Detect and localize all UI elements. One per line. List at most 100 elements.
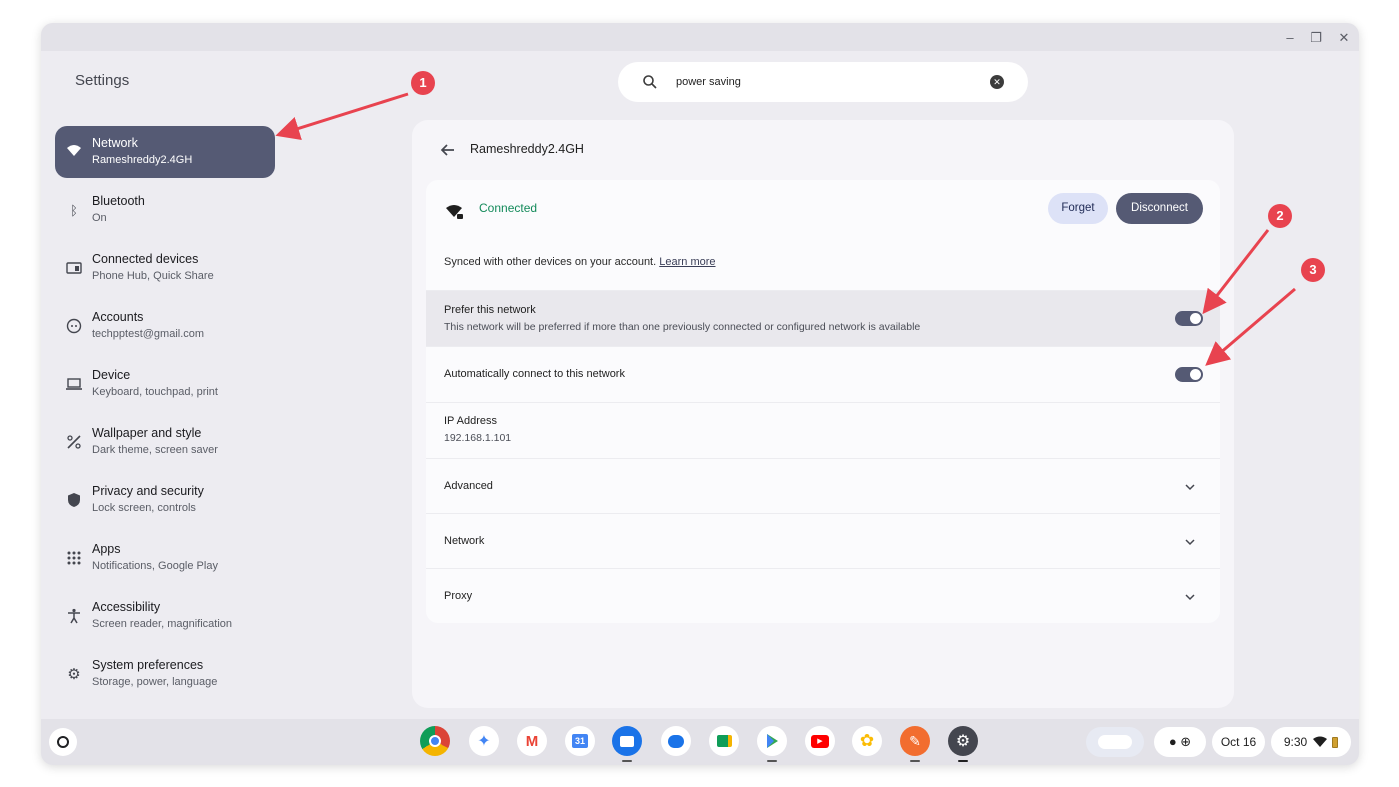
network-detail-panel: Rameshreddy2.4GH Connected Forget Discon… — [412, 120, 1234, 708]
sidebar-item-title: Connected devices — [92, 252, 199, 266]
annotation-badge-3: 3 — [1301, 258, 1325, 282]
chevron-down-icon[interactable] — [1184, 591, 1196, 603]
sidebar: Network Rameshreddy2.4GH ᛒ Bluetooth On … — [55, 126, 295, 706]
sidebar-item-wallpaper[interactable]: Wallpaper and style Dark theme, screen s… — [55, 416, 275, 474]
sidebar-item-device[interactable]: Device Keyboard, touchpad, print — [55, 358, 275, 416]
forget-button[interactable]: Forget — [1048, 193, 1108, 224]
sidebar-item-bluetooth[interactable]: ᛒ Bluetooth On — [55, 184, 275, 242]
shield-icon — [68, 493, 80, 507]
sidebar-item-accounts[interactable]: Accounts techpptest@gmail.com — [55, 300, 275, 358]
title-bar: – ❐ ✕ — [41, 23, 1359, 51]
system-tray[interactable]: 9:30 — [1271, 727, 1351, 757]
clock: 9:30 — [1283, 735, 1308, 749]
date-display[interactable]: Oct 16 — [1212, 727, 1265, 757]
play-store-icon[interactable] — [757, 726, 787, 762]
section-title: Network — [444, 535, 485, 547]
prefer-network-title: Prefer this network — [444, 304, 536, 316]
gmail-app-icon[interactable]: M — [517, 726, 547, 756]
back-arrow-icon[interactable] — [438, 140, 458, 160]
auto-connect-row[interactable]: Automatically connect to this network — [426, 346, 1220, 402]
meet-app-icon[interactable] — [709, 726, 739, 756]
sidebar-item-title: Bluetooth — [92, 194, 145, 208]
ip-address-label: IP Address — [444, 415, 497, 427]
sidebar-item-title: System preferences — [92, 658, 204, 672]
wifi-status-icon — [1313, 736, 1328, 747]
battery-icon — [1332, 736, 1339, 748]
calendar-day-label: 31 — [571, 734, 588, 748]
sidebar-item-network[interactable]: Network Rameshreddy2.4GH — [55, 126, 275, 178]
sidebar-item-title: Device — [92, 368, 131, 382]
connected-devices-icon — [66, 262, 82, 274]
chevron-down-icon[interactable] — [1184, 536, 1196, 548]
chrome-app-icon[interactable] — [420, 726, 450, 756]
settings-app-icon[interactable]: ⚙ — [948, 726, 978, 762]
prefer-network-toggle[interactable] — [1175, 311, 1203, 326]
sidebar-item-subtitle: Storage, power, language — [92, 676, 218, 688]
sidebar-item-subtitle: Notifications, Google Play — [92, 560, 218, 572]
restore-icon[interactable]: ❐ — [1307, 29, 1325, 47]
sidebar-item-title: Network — [92, 136, 138, 150]
sidebar-item-subtitle: Lock screen, controls — [92, 502, 196, 514]
sidebar-item-accessibility[interactable]: Accessibility Screen reader, magnificati… — [55, 590, 275, 648]
calendar-app-icon[interactable]: 31 — [565, 726, 595, 756]
minimize-icon[interactable]: – — [1281, 29, 1299, 47]
apps-grid-icon — [67, 551, 81, 565]
section-title: Proxy — [444, 590, 473, 602]
sidebar-item-title: Accessibility — [92, 600, 161, 614]
close-icon[interactable]: ✕ — [1335, 29, 1353, 47]
photos-app-icon[interactable]: ✿ — [852, 726, 882, 756]
prefer-network-row[interactable]: Prefer this network This network will be… — [426, 290, 1220, 346]
gear-icon: ⚙ — [67, 666, 81, 683]
accessibility-icon — [68, 608, 80, 624]
annotation-badge-1: 1 — [411, 71, 435, 95]
holding-space-icon[interactable] — [1086, 727, 1144, 757]
section-title: Advanced — [444, 480, 493, 492]
wifi-icon — [67, 145, 81, 156]
shelf: ✦ M 31 ▶ ✿ ✎ ⚙ ● ⊕ Oct 16 9:30 — [41, 719, 1359, 765]
sidebar-item-subtitle: On — [92, 212, 107, 224]
status-tray-icons[interactable]: ● ⊕ — [1154, 727, 1206, 757]
app-title: Settings — [75, 72, 130, 89]
sidebar-item-subtitle: Dark theme, screen saver — [92, 444, 218, 456]
disconnect-button[interactable]: Disconnect — [1116, 193, 1203, 224]
search-bar[interactable]: ✕ — [618, 62, 1028, 102]
status-connected: Connected — [479, 201, 538, 215]
section-proxy[interactable]: Proxy — [426, 568, 1220, 623]
section-network[interactable]: Network — [426, 513, 1220, 569]
cursive-app-icon[interactable]: ✎ — [900, 726, 930, 762]
sync-text: Synced with other devices on your accoun… — [444, 256, 657, 268]
annotation-badge-2: 2 — [1268, 204, 1292, 228]
ip-address-row: IP Address 192.168.1.101 — [426, 402, 1220, 458]
chevron-down-icon[interactable] — [1184, 481, 1196, 493]
files-app-icon[interactable] — [612, 726, 642, 762]
sidebar-item-subtitle: Rameshreddy2.4GH — [92, 154, 193, 166]
ip-address-value: 192.168.1.101 — [444, 432, 512, 444]
learn-more-link[interactable]: Learn more — [659, 256, 715, 268]
laptop-icon — [66, 378, 82, 390]
connection-status-row: Connected Forget Disconnect — [426, 180, 1220, 240]
sidebar-item-apps[interactable]: Apps Notifications, Google Play — [55, 532, 275, 590]
messages-app-icon[interactable] — [661, 726, 691, 756]
network-card: Connected Forget Disconnect Synced with … — [426, 180, 1220, 623]
bluetooth-icon: ᛒ — [70, 202, 78, 218]
sidebar-item-system-preferences[interactable]: ⚙ System preferences Storage, power, lan… — [55, 648, 275, 706]
youtube-app-icon[interactable]: ▶ — [805, 726, 835, 756]
palette-icon — [67, 435, 81, 449]
auto-connect-toggle[interactable] — [1175, 367, 1203, 382]
sidebar-item-connected-devices[interactable]: Connected devices Phone Hub, Quick Share — [55, 242, 275, 300]
search-input[interactable] — [676, 72, 976, 92]
section-advanced[interactable]: Advanced — [426, 458, 1220, 514]
launcher-button[interactable] — [49, 728, 77, 756]
sidebar-item-subtitle: techpptest@gmail.com — [92, 328, 205, 340]
auto-connect-title: Automatically connect to this network — [444, 368, 625, 380]
clear-search-icon[interactable]: ✕ — [990, 75, 1004, 89]
wifi-lock-icon — [446, 205, 463, 219]
gemini-app-icon[interactable]: ✦ — [469, 726, 499, 756]
sidebar-item-privacy[interactable]: Privacy and security Lock screen, contro… — [55, 474, 275, 532]
sync-info: Synced with other devices on your accoun… — [444, 256, 716, 268]
sidebar-item-subtitle: Phone Hub, Quick Share — [92, 270, 214, 282]
sidebar-item-title: Wallpaper and style — [92, 426, 202, 440]
sidebar-item-title: Privacy and security — [92, 484, 204, 498]
sidebar-item-title: Accounts — [92, 310, 144, 324]
search-icon — [643, 75, 657, 89]
